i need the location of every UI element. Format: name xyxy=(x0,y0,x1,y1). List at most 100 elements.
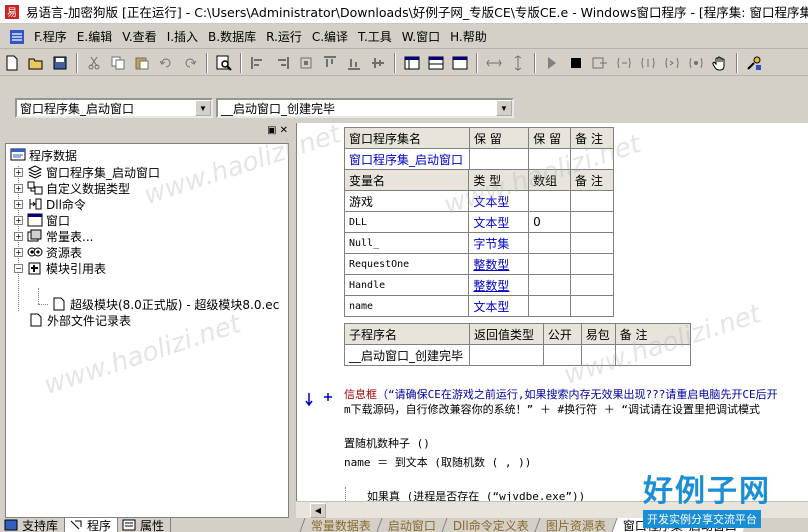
variable-type-cell[interactable]: 文本型 xyxy=(468,190,530,212)
collapse-icon[interactable]: − xyxy=(14,263,23,273)
breakpoint-icon[interactable] xyxy=(686,53,706,73)
cut-icon[interactable] xyxy=(84,53,104,73)
variable-note-cell[interactable] xyxy=(570,232,614,254)
undo-icon[interactable] xyxy=(156,53,176,73)
close-icon[interactable]: ✕ xyxy=(280,125,288,136)
tree-item[interactable]: + 自定义数据类型 xyxy=(14,180,130,196)
stop-icon[interactable] xyxy=(566,53,586,73)
redo-icon[interactable] xyxy=(180,53,200,73)
code-line[interactable]: m下载源码，自行修改兼容你的系统！” ＋ #换行符 ＋ “调试请在设置里把调试模… xyxy=(344,401,760,417)
variable-type-cell[interactable]: 文本型 xyxy=(468,295,530,317)
layout-split-icon[interactable] xyxy=(426,53,446,73)
save-icon[interactable] xyxy=(50,53,70,73)
tree-item[interactable]: 外部文件记录表 xyxy=(28,312,131,328)
menu-window[interactable]: W.窗口 xyxy=(399,28,447,45)
variable-array-cell[interactable] xyxy=(528,274,572,296)
subroutine-select[interactable]: __启动窗口_创建完毕 ▼ xyxy=(216,98,514,118)
variable-note-cell[interactable] xyxy=(570,190,614,212)
align-middle-icon[interactable] xyxy=(368,53,388,73)
chevron-down-icon[interactable]: ▼ xyxy=(496,100,512,116)
variable-name-cell[interactable]: DLL xyxy=(343,211,470,233)
table-cell[interactable] xyxy=(542,344,582,366)
step-into-icon[interactable] xyxy=(614,53,634,73)
tree-item[interactable]: 超级模块(8.0正式版) - 超级模块8.0.ec xyxy=(51,296,279,312)
table-cell[interactable] xyxy=(468,344,544,366)
resize-vertical-icon[interactable] xyxy=(508,53,528,73)
tab-dll-definition[interactable]: Dll命令定义表 xyxy=(441,518,540,532)
expand-icon[interactable]: + xyxy=(14,183,23,193)
code-line[interactable]: name ＝ 到文本 (取随机数 ( , )) xyxy=(344,454,531,470)
tree-item[interactable]: + 窗口程序集_启动窗口 xyxy=(14,164,160,180)
variable-note-cell[interactable] xyxy=(570,274,614,296)
align-right-icon[interactable] xyxy=(272,53,292,73)
tab-startup-window[interactable]: 启动窗口 xyxy=(376,518,447,532)
variable-name-cell[interactable]: Null_ xyxy=(343,232,470,254)
tree-item[interactable]: + 资源表 xyxy=(14,244,82,260)
table-cell[interactable] xyxy=(580,344,616,366)
tab-properties[interactable]: 属性 xyxy=(118,518,172,532)
run-icon[interactable] xyxy=(542,53,562,73)
tab-support-library[interactable]: 支持库 xyxy=(0,518,66,532)
variable-note-cell[interactable] xyxy=(570,211,614,233)
table-cell[interactable] xyxy=(614,344,692,366)
variable-note-cell[interactable] xyxy=(570,295,614,317)
resize-horizontal-icon[interactable] xyxy=(484,53,504,73)
code-line[interactable]: 信息框（“请确保CE在游戏之前运行,如果搜索内存无效果出现???请重启电脑先开C… xyxy=(344,386,778,402)
tree-item[interactable]: − 模块引用表 xyxy=(14,260,106,276)
document-icon[interactable] xyxy=(8,28,26,46)
menu-tools[interactable]: T.工具 xyxy=(355,28,399,45)
menu-view[interactable]: V.查看 xyxy=(119,28,163,45)
align-left-icon[interactable] xyxy=(248,53,268,73)
variable-name-cell[interactable]: 游戏 xyxy=(343,190,470,212)
project-tree[interactable]: 程序数据 + 窗口程序集_启动窗口 + 自定义数据类型 + Dll命令 + 窗口… xyxy=(5,143,289,518)
menu-database[interactable]: B.数据库 xyxy=(205,28,263,45)
align-bottom-icon[interactable] xyxy=(344,53,364,73)
code-line[interactable]: 置随机数种子 () xyxy=(344,435,430,451)
expand-icon[interactable]: + xyxy=(14,231,23,241)
tree-item[interactable]: + 窗口 xyxy=(14,212,70,228)
expand-icon[interactable]: + xyxy=(14,215,23,225)
tab-program[interactable]: 程序 xyxy=(65,518,119,532)
variable-name-cell[interactable]: Handle xyxy=(343,274,470,296)
variable-note-cell[interactable] xyxy=(570,253,614,275)
layout-full-icon[interactable] xyxy=(450,53,470,73)
code-line[interactable]: 如果真 (进程是否存在 (“wjvdbe.exe”)) xyxy=(367,488,585,501)
hand-icon[interactable] xyxy=(710,53,730,73)
tree-root[interactable]: 程序数据 xyxy=(10,147,77,163)
debug-tools-icon[interactable] xyxy=(744,53,764,73)
code-editor[interactable]: 窗口程序集名 保 留 保 留 备 注 窗口程序集_启动窗口 变量名 类 型 数组… xyxy=(296,123,808,501)
expand-icon[interactable]: + xyxy=(14,167,23,177)
variable-name-cell[interactable]: RequestOne xyxy=(343,253,470,275)
chevron-down-icon[interactable]: ▼ xyxy=(195,100,211,116)
subroutine-name-cell[interactable]: __启动窗口_创建完毕 xyxy=(344,344,470,366)
variable-type-cell[interactable]: 文本型 xyxy=(468,211,530,233)
variable-type-cell[interactable]: 整数型 xyxy=(468,253,530,275)
table-cell[interactable] xyxy=(570,148,614,170)
align-top-icon[interactable] xyxy=(320,53,340,73)
variable-array-cell[interactable] xyxy=(528,295,572,317)
horizontal-scrollbar[interactable]: ◀ xyxy=(296,501,808,518)
open-folder-icon[interactable] xyxy=(26,53,46,73)
menu-insert[interactable]: I.插入 xyxy=(164,28,205,45)
variable-type-cell[interactable]: 整数型 xyxy=(468,274,530,296)
menu-help[interactable]: H.帮助 xyxy=(447,28,494,45)
find-icon[interactable] xyxy=(214,53,234,73)
new-file-icon[interactable] xyxy=(2,53,22,73)
expand-icon[interactable]: + xyxy=(14,247,23,257)
variable-array-cell[interactable] xyxy=(528,190,572,212)
variable-name-cell[interactable]: name xyxy=(343,295,470,317)
tree-item[interactable]: + 常量表... xyxy=(14,228,93,244)
align-center-icon[interactable] xyxy=(296,53,316,73)
table-cell[interactable] xyxy=(468,148,530,170)
variable-array-cell[interactable] xyxy=(528,253,572,275)
step-over-icon[interactable] xyxy=(638,53,658,73)
menu-program[interactable]: F.程序 xyxy=(31,28,74,45)
table-cell[interactable] xyxy=(528,148,572,170)
variable-type-cell[interactable]: 字节集 xyxy=(468,232,530,254)
tree-item[interactable]: + Dll命令 xyxy=(14,196,86,212)
variable-array-cell[interactable]: 0 xyxy=(528,211,572,233)
menu-compile[interactable]: C.编译 xyxy=(309,28,355,45)
tab-window-assembly[interactable]: 窗口程序集_启动窗口 xyxy=(611,518,748,532)
tab-image-resource[interactable]: 图片资源表 xyxy=(534,518,617,532)
menu-edit[interactable]: E.编辑 xyxy=(74,28,119,45)
